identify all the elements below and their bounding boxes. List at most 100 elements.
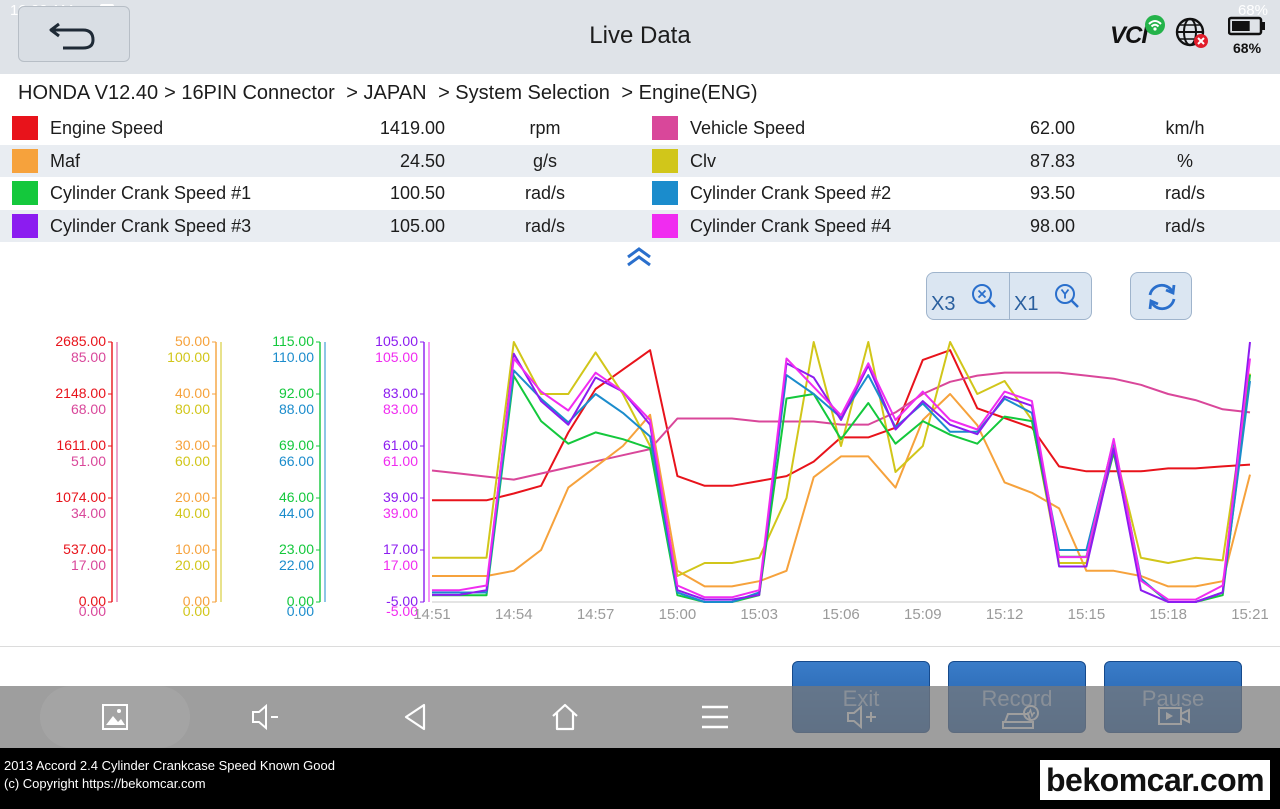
series-color-swatch — [12, 148, 38, 173]
series-color-swatch — [12, 181, 38, 205]
caption-banner: 2013 Accord 2.4 Cylinder Crankcase Speed… — [0, 748, 1280, 809]
pid-name: Cylinder Crank Speed #2 — [690, 183, 892, 203]
pid-unit: % — [1176, 150, 1193, 171]
y-tick-label: 68.00 — [71, 401, 106, 417]
zoom-y-icon — [1055, 284, 1079, 308]
y-tick-label: 46.00 — [279, 489, 314, 505]
refresh-icon — [1148, 283, 1176, 311]
y-tick-label: 2685.00 — [55, 333, 106, 349]
x-tick-label: 15:03 — [740, 606, 778, 623]
top-bar: 10:22 AM 68% Live Data VCI — [0, 0, 1280, 74]
breadcrumb: HONDA V12.40 > 16PIN Connector > JAPAN > … — [0, 74, 1280, 112]
breadcrumb-item[interactable]: HONDA V12.40 — [18, 82, 158, 104]
breadcrumb-item[interactable]: > JAPAN — [341, 82, 426, 104]
caption-copyright: (c) Copyright https://bekomcar.com — [4, 776, 206, 791]
y-tick-label: 0.00 — [183, 603, 210, 619]
zoom-x-icon — [972, 284, 996, 308]
pid-cell[interactable]: Vehicle Speed 62.00 km/h — [640, 112, 1280, 145]
y-tick-label: 92.00 — [279, 385, 314, 401]
watermark: bekomcar.com — [1040, 760, 1270, 800]
y-tick-label: 51.00 — [71, 453, 106, 469]
pid-name: Engine Speed — [50, 118, 164, 138]
y-tick-label: 105.00 — [375, 349, 418, 365]
pid-cell[interactable]: Cylinder Crank Speed #3 105.00 rad/s — [0, 210, 640, 243]
y-tick-label: 1611.00 — [56, 437, 106, 453]
battery-icon — [1228, 16, 1265, 36]
table-row: Cylinder Crank Speed #3 105.00 rad/s Cylind… — [0, 209, 1280, 243]
collapse-up-icon[interactable] — [624, 246, 654, 268]
y-tick-label: 61.00 — [383, 453, 418, 469]
zoom-y-button[interactable]: X1 — [1010, 273, 1092, 319]
y-tick-label: 39.00 — [383, 489, 418, 505]
app-window: 10:22 AM 68% Live Data VCI — [0, 0, 1280, 748]
x-tick-label: 15:18 — [1149, 606, 1187, 623]
nav-menu-icon[interactable] — [698, 700, 732, 734]
pid-unit: km/h — [1165, 118, 1205, 138]
breadcrumb-item[interactable]: > System Selection — [433, 82, 610, 104]
x-tick-label: 15:00 — [659, 606, 697, 623]
pid-cell[interactable]: Cylinder Crank Speed #4 98.00 rad/s — [640, 210, 1280, 243]
pid-unit: rpm — [529, 118, 561, 138]
y-tick-label: 20.00 — [175, 557, 210, 573]
battery-percent: 68% — [1233, 40, 1262, 56]
live-data-chart: 2685.0085.00 2148.0068.00 1611.0051.00 1074… — [55, 333, 1269, 623]
series-color-swatch — [12, 116, 38, 140]
pid-name: Maf — [50, 150, 81, 171]
nav-back-icon[interactable] — [398, 700, 432, 734]
y-tick-label: 17.00 — [383, 557, 418, 573]
y-tick-label: 20.00 — [175, 489, 210, 505]
live-data-table: Engine Speed 1419.00 rpm Vehicle Speed 62.00… — [0, 112, 1280, 242]
pid-name: Vehicle Speed — [690, 118, 806, 138]
pid-cell[interactable]: Engine Speed 1419.00 rpm — [0, 112, 640, 145]
y-tick-label: 88.00 — [279, 401, 314, 417]
android-nav-bar — [0, 686, 1280, 748]
y-tick-label: 0.00 — [287, 603, 314, 619]
y-tick-label: 17.00 — [383, 541, 418, 557]
refresh-button[interactable] — [1130, 272, 1192, 320]
table-row: Cylinder Crank Speed #1 100.50 rad/s Cylind… — [0, 177, 1280, 210]
volume-down-icon[interactable] — [248, 700, 282, 734]
caption-title: 2013 Accord 2.4 Cylinder Crankcase Speed… — [4, 758, 335, 773]
x-tick-label: 15:06 — [822, 606, 860, 623]
chart-divider — [0, 646, 1280, 647]
series-color-swatch — [652, 181, 678, 205]
series-line — [432, 369, 1251, 603]
pid-value: 105.00 — [389, 215, 445, 236]
nav-home-icon[interactable] — [548, 700, 582, 734]
y-tick-label: 2148.00 — [55, 385, 106, 401]
breadcrumb-item[interactable]: > Engine(ENG) — [616, 82, 757, 104]
y-tick-label: 40.00 — [175, 385, 210, 401]
breadcrumb-item[interactable]: > 16PIN Connector — [164, 82, 335, 104]
pid-cell[interactable]: Clv 87.83% — [640, 145, 1280, 178]
series-line — [432, 393, 1251, 588]
series-color-swatch — [652, 148, 678, 173]
pid-name: Cylinder Crank Speed #1 — [50, 183, 252, 203]
pid-unit: rad/s — [1164, 183, 1206, 203]
y-tick-label: 44.00 — [279, 505, 314, 521]
table-row: Maf 24.50 g/s Clv 87.83% — [0, 144, 1280, 178]
y-tick-label: 61.00 — [383, 437, 418, 453]
pid-cell[interactable]: Cylinder Crank Speed #2 93.50 rad/s — [640, 177, 1280, 210]
series-line — [431, 371, 1251, 481]
x-tick-label: 14:57 — [577, 606, 615, 623]
zoom-controls: X3 X1 — [926, 272, 1092, 320]
screenshot-icon[interactable] — [98, 700, 132, 734]
pid-cell[interactable]: Cylinder Crank Speed #1 100.50 rad/s — [0, 177, 640, 210]
network-globe-icon[interactable] — [1174, 16, 1210, 50]
table-row: Engine Speed 1419.00 rpm Vehicle Speed 62.00… — [0, 112, 1280, 145]
pid-value: 62.00 — [1029, 118, 1075, 138]
series-color-swatch — [12, 213, 38, 238]
y-tick-label: 10.00 — [175, 541, 210, 557]
y-tick-label: 66.00 — [279, 453, 314, 469]
x-tick-label: 15:21 — [1231, 606, 1269, 623]
pid-value: 93.50 — [1029, 183, 1075, 203]
y-tick-label: 110.00 — [272, 349, 314, 365]
y-tick-label: 69.00 — [279, 437, 314, 453]
zoom-x-button[interactable]: X3 — [927, 273, 1009, 319]
pid-unit: rad/s — [524, 215, 566, 236]
y-tick-label: 22.00 — [279, 557, 314, 573]
y-tick-label: 23.00 — [279, 541, 314, 557]
pid-unit: rad/s — [1164, 215, 1206, 236]
pid-cell[interactable]: Maf 24.50 g/s — [0, 145, 640, 178]
pid-name: Clv — [690, 150, 716, 171]
